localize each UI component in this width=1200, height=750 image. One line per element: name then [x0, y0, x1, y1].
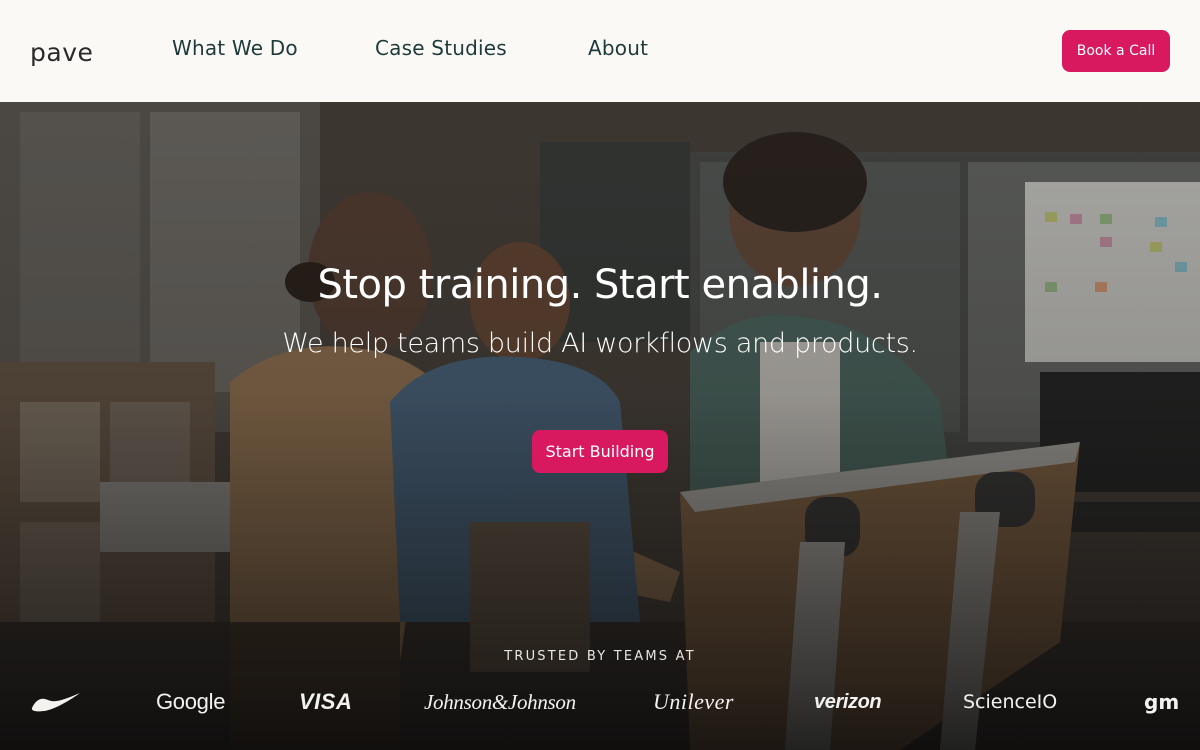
book-a-call-button[interactable]: Book a Call — [1062, 30, 1170, 72]
site-header: pave What We Do Case Studies About Book … — [0, 0, 1200, 102]
brand-gm: gm — [1144, 690, 1180, 714]
trusted-by-label: TRUSTED BY TEAMS AT — [504, 649, 696, 664]
hero-subtitle: We help teams build AI workflows and pro… — [282, 328, 918, 359]
brand-scienceio: ScienceIO — [963, 691, 1058, 713]
nav-about[interactable]: About — [588, 36, 648, 60]
brand-johnson-and-johnson: Johnson&Johnson — [424, 689, 576, 714]
brand-verizon: verizon — [814, 690, 882, 713]
hero-title: Stop training. Start enabling. — [317, 262, 883, 308]
nav-case-studies[interactable]: Case Studies — [375, 36, 507, 60]
hero-section: Stop training. Start enabling. We help t… — [0, 102, 1200, 750]
nav-what-we-do[interactable]: What We Do — [172, 36, 298, 60]
brand-logo-strip: Google VISA Johnson&Johnson Unilever ver… — [0, 682, 1200, 722]
nike-swoosh-icon — [30, 682, 82, 722]
brand-google: Google — [156, 689, 226, 714]
pave-logo[interactable]: pave — [30, 36, 93, 68]
brand-unilever: Unilever — [653, 689, 734, 714]
start-building-button[interactable]: Start Building — [532, 430, 668, 473]
brand-visa: VISA — [299, 689, 353, 714]
logo-text: pave — [30, 37, 94, 67]
